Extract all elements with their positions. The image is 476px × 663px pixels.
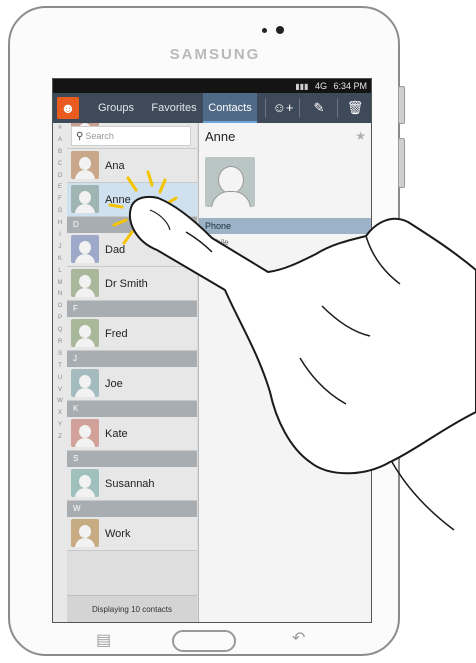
tapping-hand-illustration (108, 170, 476, 531)
hand-shape (129, 195, 476, 475)
wrist-line (391, 461, 455, 531)
